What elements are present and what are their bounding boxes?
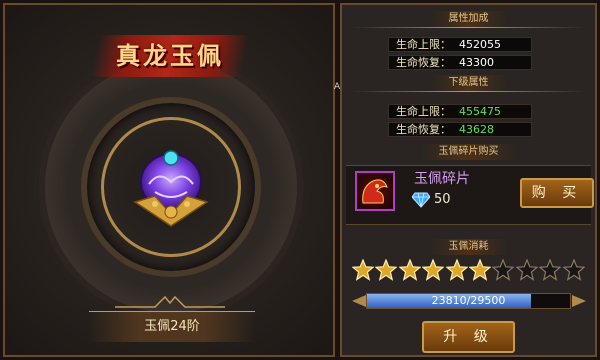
star-filled-icon: [352, 259, 374, 281]
stat-label: 生命恢复：: [396, 56, 451, 69]
divider: [352, 91, 585, 92]
jade-info-panel: 属性加成 生命上限： 452055 生命恢复： 43300 下级属性 生命上限：…: [340, 3, 597, 357]
stat-label: 生命上限：: [396, 38, 451, 51]
arrow-right-icon: [572, 295, 586, 307]
star-empty-icon: [562, 259, 585, 281]
star-filled-icon: [469, 259, 491, 281]
game-window: 真龙玉佩 玉佩24阶 A 属性加成 生命上限： 452055 生命恢复： 433…: [0, 0, 600, 360]
star-filled-icon: [375, 259, 398, 281]
next-stat-row: 生命上限： 455475: [388, 104, 532, 119]
star-empty-icon: [492, 259, 515, 281]
fragment-shop: 玉佩碎片 50 购 买: [346, 165, 594, 225]
ornament-divider-icon: [115, 295, 225, 308]
jade-pendant-icon: [133, 150, 209, 227]
item-name: 玉佩碎片: [414, 171, 470, 187]
star-empty-icon: [539, 259, 562, 281]
stat-label: 生命恢复：: [396, 123, 451, 136]
buy-button[interactable]: 购 买: [520, 178, 594, 208]
stat-value: 43628: [459, 123, 494, 136]
star-filled-icon: [445, 259, 468, 281]
current-stat-row: 生命上限： 452055: [388, 37, 532, 52]
stat-value: 43300: [459, 56, 494, 69]
upgrade-button[interactable]: 升 级: [422, 321, 515, 353]
stat-value: 452055: [459, 38, 501, 51]
star-empty-icon: [515, 259, 538, 281]
next-stat-row: 生命恢复： 43628: [388, 122, 532, 137]
star-filled-icon: [422, 259, 445, 281]
jade-level-label: 玉佩24阶: [144, 319, 200, 334]
jade-display-panel: 真龙玉佩 玉佩24阶: [3, 3, 335, 357]
stat-value: 455475: [459, 105, 501, 118]
consume-header: 玉佩消耗: [342, 239, 595, 255]
next-level-header: 下级属性: [342, 75, 595, 91]
diamond-icon: [412, 192, 430, 208]
item-price: 50: [434, 192, 451, 207]
shop-header: 玉佩碎片购买: [342, 144, 595, 160]
jade-fragment-item[interactable]: [355, 171, 395, 211]
stat-label: 生命上限：: [396, 105, 451, 118]
attr-header: 属性加成: [342, 11, 595, 27]
current-stat-row: 生命恢复： 43300: [388, 55, 532, 70]
jade-title: 真龙玉佩: [116, 41, 224, 70]
red-dragon-icon: [362, 179, 388, 204]
star-rating: [352, 259, 587, 283]
arrow-left-icon: [352, 295, 366, 307]
progress-text: 23810/29500: [431, 294, 506, 307]
star-filled-icon: [398, 259, 421, 281]
divider: [352, 27, 585, 28]
upgrade-progress-bar: 23810/29500: [366, 293, 571, 309]
